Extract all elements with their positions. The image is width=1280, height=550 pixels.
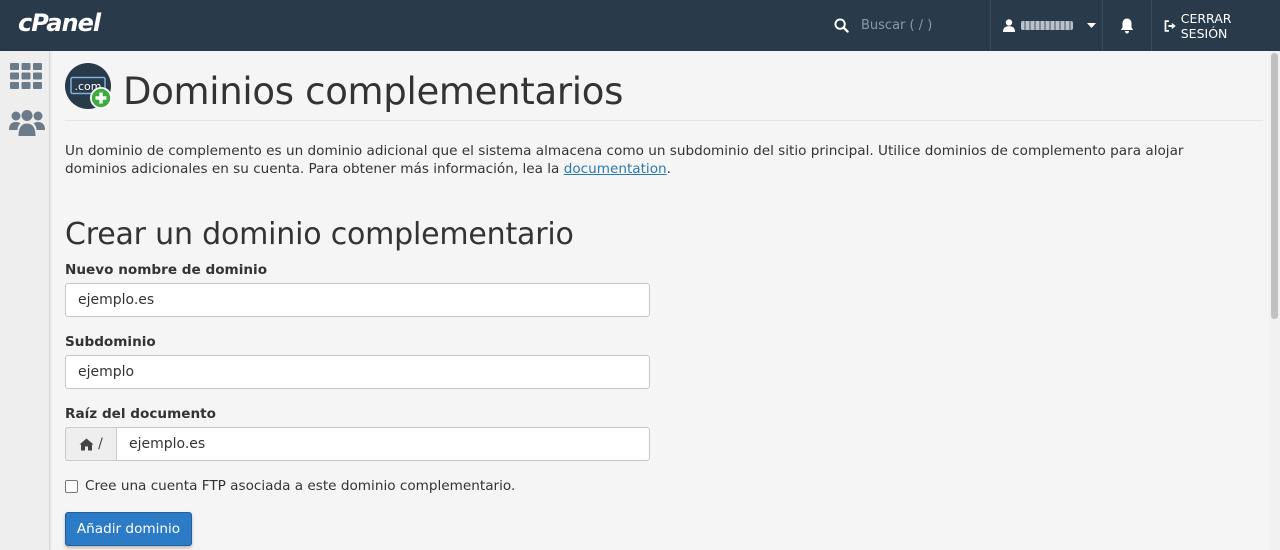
notifications-button[interactable] [1102, 0, 1152, 51]
page-description: Un dominio de complemento es un dominio … [65, 142, 1225, 178]
docroot-prefix: / [65, 427, 116, 461]
docroot-input[interactable] [116, 427, 650, 461]
description-end: . [666, 161, 671, 177]
home-icon [79, 438, 94, 450]
ftp-checkbox-label[interactable]: Cree una cuenta FTP asociada a este domi… [85, 478, 515, 494]
documentation-link[interactable]: documentation [564, 161, 667, 177]
domain-add-icon: .com [65, 63, 113, 111]
search-icon [834, 18, 849, 33]
logout-icon [1164, 19, 1176, 32]
section-title: Crear un dominio complementario [65, 217, 574, 252]
user-menu[interactable] [990, 0, 1102, 51]
docroot-label: Raíz del documento [65, 406, 216, 422]
title-divider [65, 120, 1263, 121]
page-title: Dominios complementarios [123, 70, 624, 113]
scrollbar-thumb[interactable] [1271, 53, 1278, 319]
grid-icon [10, 63, 42, 89]
bell-icon [1120, 18, 1134, 33]
subdomain-label: Subdominio [65, 334, 156, 350]
user-name-redacted [1021, 21, 1073, 30]
ftp-checkbox-row[interactable]: Cree una cuenta FTP asociada a este domi… [65, 478, 515, 494]
logout-button[interactable]: CERRAR SESIÓN [1164, 0, 1280, 51]
add-domain-button[interactable]: Añadir dominio [65, 512, 192, 546]
sidebar [0, 51, 50, 550]
search-input[interactable]: Buscar ( / ) [861, 18, 932, 33]
search-box[interactable]: Buscar ( / ) [834, 0, 932, 51]
domain-label: Nuevo nombre de dominio [65, 262, 268, 278]
docroot-slash: / [98, 436, 103, 452]
ftp-checkbox[interactable] [65, 479, 78, 493]
top-navbar: cPanel Buscar ( / ) CERRAR SESIÓN [0, 0, 1280, 51]
page-scrollbar[interactable] [1269, 51, 1280, 550]
sidebar-item-home[interactable] [10, 63, 42, 93]
chevron-down-icon [1087, 22, 1096, 28]
sidebar-item-users[interactable] [9, 110, 45, 140]
cpanel-logo[interactable]: cPanel [18, 9, 101, 37]
logout-label: CERRAR SESIÓN [1180, 10, 1232, 41]
users-icon [9, 110, 45, 136]
docroot-field: / [65, 427, 650, 461]
user-icon [1003, 19, 1015, 32]
domain-input[interactable] [65, 283, 650, 317]
subdomain-input[interactable] [65, 355, 650, 389]
